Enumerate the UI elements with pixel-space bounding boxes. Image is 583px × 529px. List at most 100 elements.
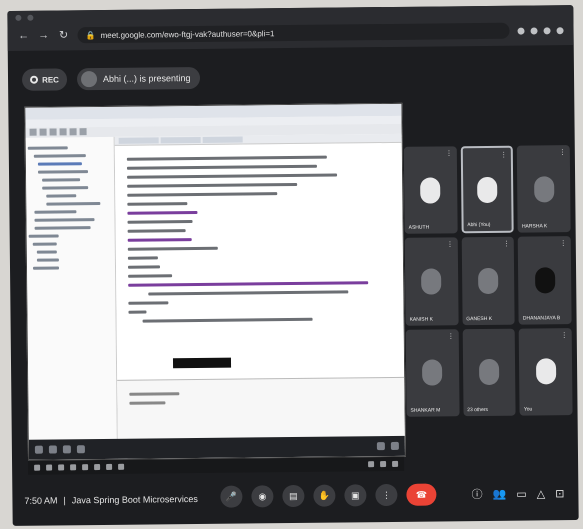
reload-icon[interactable]: ↻ [58, 29, 70, 41]
tree-item [34, 226, 91, 230]
participant-name: ASHUTH [408, 224, 430, 232]
raise-hand-button[interactable]: ✋ [313, 484, 336, 507]
rec-label: REC [41, 74, 59, 85]
participant-tile[interactable]: ⋮ GANESH K [461, 237, 515, 325]
tab-dot[interactable] [27, 14, 34, 21]
tree-item [36, 258, 59, 262]
taskbar-icon [62, 445, 71, 454]
address-bar[interactable]: 🔒 meet.google.com/ewo-ftgj-vak?authuser=… [77, 22, 510, 44]
participant-tile[interactable]: ⋮ DHANANJAYA B [518, 236, 572, 325]
code-line [127, 246, 218, 251]
code-line [127, 173, 338, 179]
code-line [127, 202, 188, 206]
avatar [534, 267, 555, 294]
tray-icon [392, 460, 399, 467]
divider: | [63, 495, 66, 506]
code-line [127, 256, 158, 260]
presenter-avatar [80, 71, 98, 88]
participant-tile[interactable]: ⋮ SHANKAR M [405, 328, 460, 417]
present-button[interactable]: ▣ [344, 484, 367, 507]
more-icon[interactable]: ⋮ [445, 149, 452, 157]
extension-icon[interactable] [517, 27, 525, 35]
participant-tile[interactable]: ⋮ ASHUTH [403, 146, 458, 235]
participant-tile[interactable]: ⋮ Abhi (You) [460, 145, 515, 234]
taskbar-icon [76, 445, 85, 454]
console-line [129, 401, 166, 405]
tree-item [32, 242, 57, 246]
more-icon[interactable]: ⋮ [561, 331, 568, 339]
more-icon[interactable]: ⋮ [500, 151, 507, 159]
code-line [127, 220, 193, 224]
app-icon [70, 464, 77, 471]
people-icon[interactable]: 👥 [493, 487, 507, 500]
tree-item [34, 210, 77, 214]
avatar [478, 359, 500, 386]
lock-icon: 🔒 [85, 30, 96, 40]
recording-indicator[interactable]: REC [21, 68, 68, 91]
code-line [127, 238, 192, 242]
presenter-chip[interactable]: Abhi (...) is presenting [76, 66, 201, 91]
tree-item [27, 146, 68, 150]
extension-icon[interactable] [530, 26, 538, 34]
tab-dot[interactable] [15, 14, 22, 21]
more-options-button[interactable]: ⋮ [375, 483, 398, 507]
info-icon[interactable]: ⓘ [472, 486, 483, 502]
browser-bar: ← → ↻ 🔒 meet.google.com/ewo-ftgj-vak?aut… [7, 5, 574, 51]
participant-name: SHANKAR M [410, 407, 441, 414]
tool-icon [29, 128, 37, 136]
ide-body [25, 133, 405, 460]
presenting-label: Abhi (...) is presenting [102, 73, 191, 84]
activities-icon[interactable]: △ [537, 487, 546, 500]
code-line [127, 210, 198, 215]
shared-screen [24, 102, 407, 461]
nav-row: ← → ↻ 🔒 meet.google.com/ewo-ftgj-vak?aut… [17, 21, 564, 45]
taskbar-icon [34, 445, 43, 454]
microphone-button[interactable]: 🎤 [220, 485, 243, 508]
more-icon[interactable]: ⋮ [503, 240, 510, 248]
tree-item [34, 218, 95, 222]
console-output [117, 378, 404, 405]
tree-item [32, 266, 60, 270]
tree-item [28, 234, 59, 238]
code-line [142, 317, 313, 323]
more-icon[interactable]: ⋮ [559, 148, 566, 156]
meet-control-bar: 7:50 AM | Java Spring Boot Microservices… [12, 470, 578, 526]
others-tile[interactable]: 23 others [462, 328, 516, 417]
meeting-time: 7:50 AM [24, 495, 58, 506]
self-tile[interactable]: ⋮ You [518, 327, 573, 416]
participant-tile[interactable]: ⋮ HARSHA K [517, 145, 571, 233]
code-line [127, 229, 186, 233]
participant-tile[interactable]: ⋮ KANISH K [404, 237, 459, 326]
back-icon[interactable]: ← [18, 30, 30, 42]
editor-tab[interactable] [160, 136, 201, 144]
forward-icon[interactable]: → [38, 30, 50, 42]
editor-tab[interactable] [118, 137, 159, 144]
participant-name: GANESH K [466, 315, 493, 322]
editor-tab[interactable] [202, 136, 243, 143]
tree-item [46, 202, 101, 206]
code-line [128, 301, 169, 305]
chat-icon[interactable]: ▭ [516, 487, 527, 500]
more-options-icon: ⋮ [381, 489, 391, 500]
code-line [148, 290, 349, 296]
profile-icon[interactable] [556, 26, 564, 34]
leave-call-button[interactable]: ☎ [406, 483, 437, 506]
url-text: meet.google.com/ewo-ftgj-vak?authuser=0&… [100, 28, 275, 40]
tool-icon [49, 128, 57, 136]
captions-button[interactable]: ▤ [282, 484, 305, 508]
tree-item [33, 154, 86, 158]
code-line [126, 155, 327, 161]
more-icon[interactable]: ⋮ [446, 241, 453, 249]
camera-button[interactable]: ◉ [251, 485, 274, 508]
tool-icon [79, 128, 87, 136]
tool-icon [59, 128, 67, 136]
camera-icon: ◉ [258, 490, 267, 501]
side-controls: ⓘ 👥 ▭ △ ⊡ [472, 485, 565, 502]
avatar [420, 177, 441, 204]
more-icon[interactable]: ⋮ [447, 332, 454, 340]
extension-icon[interactable] [543, 26, 551, 34]
more-icon[interactable]: ⋮ [560, 239, 567, 247]
call-controls: 🎤 ◉ ▤ ✋ ▣ ⋮ ☎ [220, 483, 437, 508]
host-controls-icon[interactable]: ⊡ [555, 487, 564, 500]
participant-name: You [523, 406, 533, 413]
